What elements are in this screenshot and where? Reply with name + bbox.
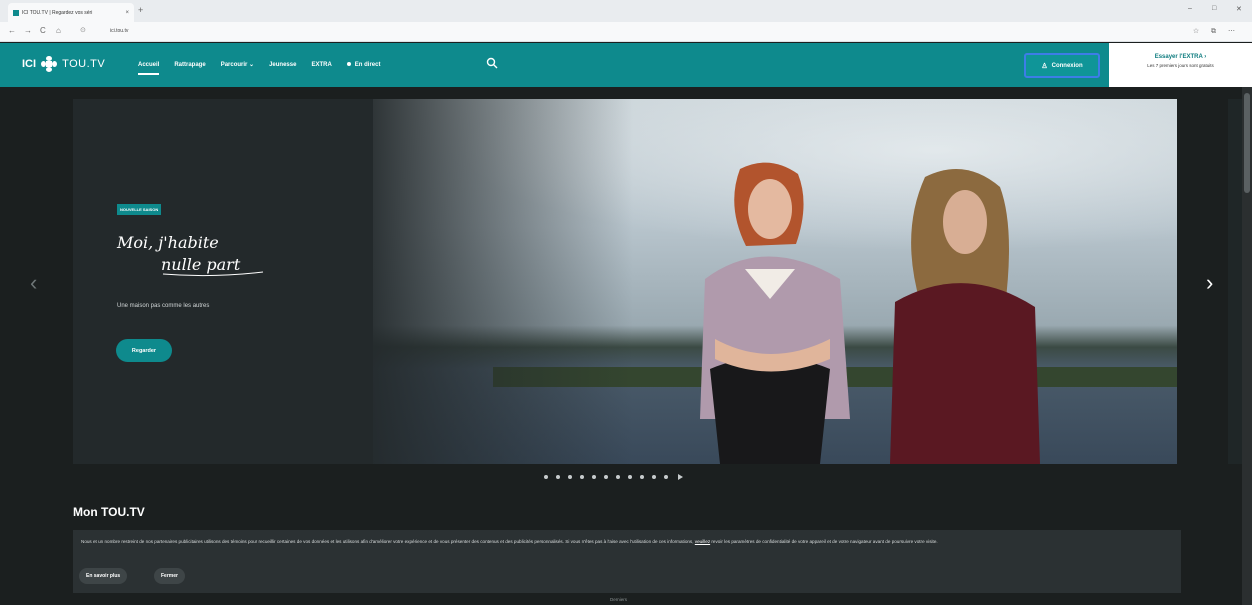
nav-en-direct-label: En direct	[354, 61, 381, 68]
site-logo[interactable]: ICI TOU.TV	[22, 56, 105, 72]
minimize-button[interactable]: –	[1188, 5, 1192, 12]
close-cookie-button[interactable]: Fermer	[154, 568, 185, 584]
show-title-logo[interactable]: Moi, j'habite nulle part	[115, 222, 270, 280]
scrollbar[interactable]	[1242, 87, 1252, 605]
carousel-dot[interactable]	[544, 475, 548, 479]
logo-toutv: TOU.TV	[62, 58, 106, 70]
carousel-dot[interactable]	[580, 475, 584, 479]
nav-extra[interactable]: EXTRA	[311, 62, 331, 68]
footer-label: Derniers	[610, 597, 628, 602]
live-dot-icon	[346, 61, 351, 66]
chevron-right-icon: ›	[1204, 54, 1207, 60]
cookie-banner: Nous et un nombre restreint de nos parte…	[73, 530, 1181, 593]
carousel-dot[interactable]	[592, 475, 596, 479]
cookie-text: Nous et un nombre restreint de nos parte…	[81, 539, 938, 544]
back-button[interactable]: ←	[8, 26, 16, 35]
user-icon: ♙	[1041, 62, 1048, 70]
logo-ici: ICI	[22, 58, 37, 70]
nav-accueil[interactable]: Accueil	[138, 62, 160, 75]
extra-cta-subtitle: Les 7 premiers jours sont gratuits	[1147, 63, 1214, 68]
show-title-line1: Moi, j'habite	[116, 233, 219, 252]
carousel-prev-arrow[interactable]: ‹	[30, 270, 37, 296]
forward-button[interactable]: →	[24, 26, 32, 35]
scrollbar-thumb[interactable]	[1244, 93, 1250, 193]
cookie-settings-link[interactable]: veuillez	[695, 539, 710, 544]
search-icon[interactable]	[486, 57, 498, 69]
address-bar: ← → C ⌂ ⊙ ici.tou.tv ☆ ⧉ ⋯	[0, 22, 1252, 42]
carousel-dot[interactable]	[628, 475, 632, 479]
tab-close-icon[interactable]: ×	[125, 10, 129, 16]
carousel-play-icon[interactable]	[678, 474, 683, 480]
new-season-badge: NOUVELLE SAISON	[117, 204, 162, 215]
browser-tools-icons[interactable]: ☆ ⧉ ⋯	[1193, 27, 1240, 36]
hero-character-left	[700, 162, 850, 464]
connexion-label: Connexion	[1051, 62, 1083, 69]
home-button[interactable]: ⌂	[56, 26, 61, 35]
hero-gradient	[73, 99, 633, 464]
hero-character-right	[890, 169, 1040, 464]
browser-tab[interactable]: ICI TOU.TV | Regardez vos séri ×	[8, 3, 134, 22]
extra-trial-cta[interactable]: Essayer l'EXTRA › Les 7 premiers jours s…	[1109, 43, 1252, 87]
carousel-dot[interactable]	[556, 475, 560, 479]
browser-tab-strip: ICI TOU.TV | Regardez vos séri × + – □ ✕	[0, 0, 1252, 22]
carousel-next-arrow[interactable]: ›	[1206, 270, 1213, 296]
nav-parcourir-label: Parcourir	[220, 62, 248, 68]
carousel-dot[interactable]	[568, 475, 572, 479]
section-title: Mon TOU.TV	[73, 505, 145, 519]
hero-carousel	[73, 99, 1177, 464]
tab-title: ICI TOU.TV | Regardez vos séri	[22, 9, 93, 16]
carousel-dot[interactable]	[664, 475, 668, 479]
url-field[interactable]: ici.tou.tv	[110, 28, 128, 34]
nav-parcourir[interactable]: Parcourir ⌄	[221, 61, 254, 68]
extra-cta-title: Essayer l'EXTRA ›	[1154, 54, 1207, 60]
carousel-pagination	[544, 474, 683, 480]
connexion-button[interactable]: ♙ Connexion	[1024, 53, 1100, 78]
close-window-button[interactable]: ✕	[1236, 5, 1242, 13]
nav-jeunesse[interactable]: Jeunesse	[269, 62, 296, 68]
carousel-dot[interactable]	[616, 475, 620, 479]
carousel-dot[interactable]	[604, 475, 608, 479]
reload-button[interactable]: C	[40, 26, 46, 35]
nav-en-direct[interactable]: En direct	[346, 61, 381, 68]
favicon-icon	[13, 9, 19, 16]
carousel-dot[interactable]	[640, 475, 644, 479]
new-tab-button[interactable]: +	[138, 5, 143, 15]
lock-icon: ⊙	[80, 27, 86, 34]
main-nav: Accueil Rattrapage Parcourir ⌄ Jeunesse …	[138, 61, 395, 75]
maximize-button[interactable]: □	[1212, 5, 1216, 12]
nav-rattrapage[interactable]: Rattrapage	[174, 62, 205, 68]
carousel-dot[interactable]	[652, 475, 656, 479]
hero-tagline: Une maison pas comme les autres	[117, 303, 210, 309]
watch-button[interactable]: Regarder	[116, 339, 172, 362]
radio-canada-gem-icon	[41, 56, 58, 72]
chevron-down-icon: ⌄	[249, 62, 255, 68]
learn-more-button[interactable]: En savoir plus	[79, 568, 128, 584]
show-title-line2: nulle part	[161, 255, 241, 274]
